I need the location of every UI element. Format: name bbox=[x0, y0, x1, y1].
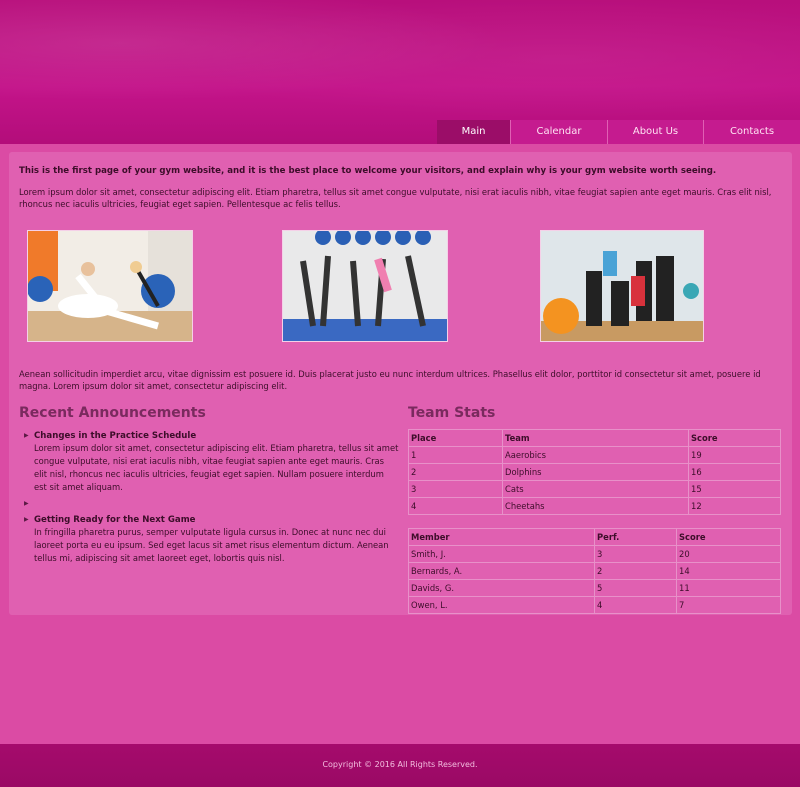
table-cell: 11 bbox=[676, 579, 781, 597]
table-cell: 4 bbox=[594, 596, 677, 614]
copyright-text: Copyright © 2016 All Rights Reserved. bbox=[322, 760, 478, 769]
team-stats-title: Team Stats bbox=[408, 405, 496, 421]
table-cell: 19 bbox=[688, 446, 781, 464]
table-header: Score bbox=[676, 528, 781, 546]
table-cell: Dolphins bbox=[502, 463, 689, 481]
announcement-body: In fringilla pharetra purus, semper vulp… bbox=[34, 527, 389, 563]
table-cell: 1 bbox=[408, 446, 503, 464]
table-header-row: Member Perf. Score bbox=[408, 528, 781, 546]
table-cell: 3 bbox=[408, 480, 503, 498]
photo-class bbox=[282, 230, 448, 342]
table-cell: Bernards, A. bbox=[408, 562, 595, 580]
table-cell: 20 bbox=[676, 545, 781, 563]
table-header: Perf. bbox=[594, 528, 677, 546]
page-body: This is the first page of your gym websi… bbox=[0, 144, 800, 744]
table-cell: Smith, J. bbox=[408, 545, 595, 563]
bullet-icon: ▶ bbox=[24, 516, 29, 523]
table-cell: Davids, G. bbox=[408, 579, 595, 597]
bullet-icon: ▶ bbox=[24, 432, 29, 439]
table-cell: Aaerobics bbox=[502, 446, 689, 464]
table-row: 1 Aaerobics 19 bbox=[408, 446, 781, 464]
tab-calendar[interactable]: Calendar bbox=[510, 120, 607, 144]
table-row: Owen, L. 4 7 bbox=[408, 596, 781, 614]
table-row: Bernards, A. 2 14 bbox=[408, 562, 781, 580]
announcement-body: Lorem ipsum dolor sit amet, consectetur … bbox=[34, 443, 399, 492]
site-footer: Copyright © 2016 All Rights Reserved. bbox=[0, 744, 800, 787]
table-header: Score bbox=[688, 429, 781, 447]
table-header: Place bbox=[408, 429, 503, 447]
table-cell: 16 bbox=[688, 463, 781, 481]
table-cell: Cheetahs bbox=[502, 497, 689, 515]
table-cell: Cats bbox=[502, 480, 689, 498]
team-table: Place Team Score 1 Aaerobics 19 2 Dolphi… bbox=[408, 429, 781, 515]
photo-group bbox=[540, 230, 704, 342]
table-header-row: Place Team Score bbox=[408, 429, 781, 447]
table-row: 2 Dolphins 16 bbox=[408, 463, 781, 481]
content-panel: This is the first page of your gym websi… bbox=[9, 152, 792, 615]
table-cell: 12 bbox=[688, 497, 781, 515]
announcement-title[interactable]: Changes in the Practice Schedule bbox=[34, 430, 399, 442]
intro-paragraph: Lorem ipsum dolor sit amet, consectetur … bbox=[19, 187, 772, 210]
tab-about-us[interactable]: About Us bbox=[607, 120, 703, 144]
main-nav: Main Calendar About Us Contacts bbox=[437, 120, 800, 144]
site-header: Main Calendar About Us Contacts bbox=[0, 0, 800, 144]
member-table: Member Perf. Score Smith, J. 3 20 Bernar… bbox=[408, 528, 781, 614]
intro-paragraph-2: Aenean sollicitudin imperdiet arcu, vita… bbox=[19, 369, 761, 392]
table-cell: 14 bbox=[676, 562, 781, 580]
table-row: Davids, G. 5 11 bbox=[408, 579, 781, 597]
announcements-title: Recent Announcements bbox=[19, 405, 206, 421]
announcements-list: ▶ Changes in the Practice Schedule Lorem… bbox=[19, 430, 399, 579]
table-cell: 7 bbox=[676, 596, 781, 614]
table-cell: Owen, L. bbox=[408, 596, 595, 614]
table-cell: 15 bbox=[688, 480, 781, 498]
announcement-title[interactable]: Getting Ready for the Next Game bbox=[34, 514, 399, 526]
table-row: Smith, J. 3 20 bbox=[408, 545, 781, 563]
announcement-item: ▶ Getting Ready for the Next Game In fri… bbox=[19, 514, 399, 565]
table-row: 4 Cheetahs 12 bbox=[408, 497, 781, 515]
table-cell: 2 bbox=[408, 463, 503, 481]
tab-contacts[interactable]: Contacts bbox=[703, 120, 800, 144]
table-cell: 2 bbox=[594, 562, 677, 580]
table-row: 3 Cats 15 bbox=[408, 480, 781, 498]
table-cell: 4 bbox=[408, 497, 503, 515]
table-header: Member bbox=[408, 528, 595, 546]
bullet-icon: ▶ bbox=[24, 500, 29, 507]
table-header: Team bbox=[502, 429, 689, 447]
photo-stretching bbox=[27, 230, 193, 342]
table-cell: 3 bbox=[594, 545, 677, 563]
tab-main[interactable]: Main bbox=[437, 120, 510, 144]
table-cell: 5 bbox=[594, 579, 677, 597]
announcement-item: ▶ Changes in the Practice Schedule Lorem… bbox=[19, 430, 399, 494]
intro-headline: This is the first page of your gym websi… bbox=[19, 166, 717, 176]
